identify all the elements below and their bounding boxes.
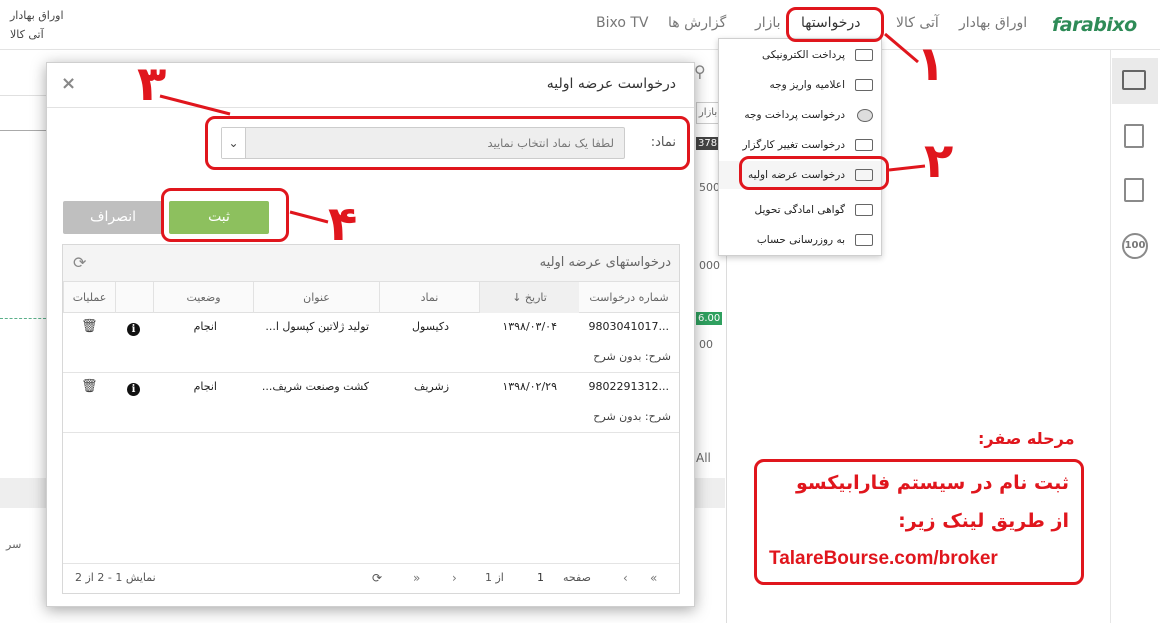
annotation-number-2: ٢ bbox=[924, 133, 954, 189]
promo-link[interactable]: TalareBourse.com/broker bbox=[769, 548, 998, 570]
annotation-number-1: ١ bbox=[916, 36, 946, 92]
promo-line-1: ثبت نام در سیستم فارابیکسو bbox=[796, 472, 1069, 494]
signup-promo-box: ثبت نام در سیستم فارابیکسو از طریق لینک … bbox=[754, 459, 1084, 585]
stage-title: مرحله صفر: bbox=[978, 429, 1075, 448]
annotation-number-4: ۴ bbox=[328, 196, 358, 252]
annotation-number-3: ٣ bbox=[137, 56, 167, 112]
promo-line-2: از طریق لینک زیر: bbox=[898, 510, 1069, 532]
